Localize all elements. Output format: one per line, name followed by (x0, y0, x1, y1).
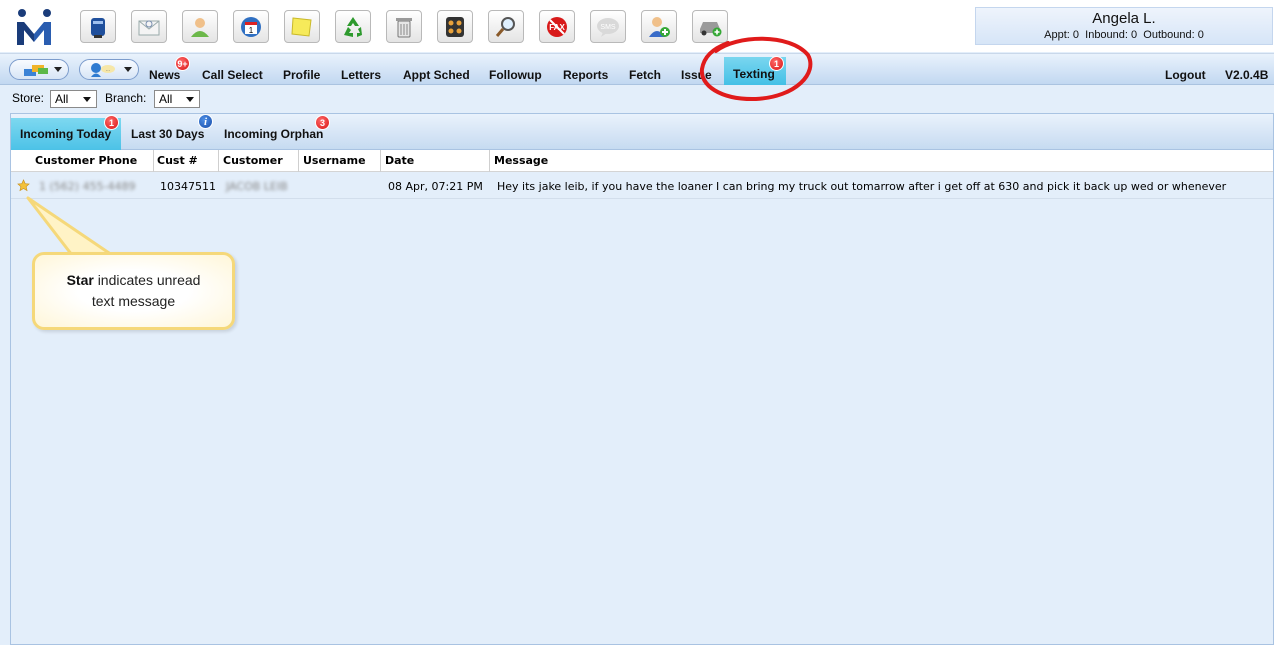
callout-line1: indicates unread (97, 272, 201, 288)
table-row[interactable]: 1 (562) 455-4489 10347511 JACOB LEIB 08 … (11, 173, 1273, 199)
logout-link[interactable]: Logout (1165, 68, 1206, 82)
appt-label: Appt: (1044, 29, 1070, 41)
nav-call-select[interactable]: Call Select (202, 68, 263, 82)
nav-profile[interactable]: Profile (283, 68, 320, 82)
table-header: Customer Phone Cust # Customer Username … (11, 150, 1273, 172)
store-select[interactable]: All (50, 90, 97, 108)
texting-panel: Incoming Today 1 Last 30 Days i Incoming… (10, 113, 1274, 645)
col-customer-phone[interactable]: Customer Phone (35, 154, 137, 167)
chat-status-dropdown[interactable]: ... (79, 59, 139, 80)
row-cust-num: 10347511 (160, 180, 216, 193)
outbound-label: Outbound: (1143, 29, 1195, 41)
appt-value: 0 (1072, 29, 1080, 41)
nav-followup[interactable]: Followup (489, 68, 542, 82)
tab-incoming-orphan[interactable]: Incoming Orphan (224, 127, 323, 141)
last-30-days-info-badge: i (198, 114, 213, 129)
col-date[interactable]: Date (385, 154, 414, 167)
chat-person-icon: ... (91, 63, 115, 77)
user-stats: Appt: 0 Inbound: 0 Outbound: 0 (976, 29, 1272, 41)
callout-line2: text message (91, 293, 176, 309)
recycle-icon[interactable] (335, 10, 371, 43)
store-value: All (55, 92, 69, 106)
nav-news[interactable]: News (149, 68, 180, 82)
tab-incoming-today-label: Incoming Today (20, 127, 112, 141)
user-name: Angela L. (1092, 10, 1156, 27)
main-nav: ... News 9+ Call Select Profile Letters … (0, 53, 1274, 85)
inbound-label: Inbound: (1085, 29, 1128, 41)
mailbox-icon[interactable] (80, 10, 116, 43)
col-customer[interactable]: Customer (223, 154, 283, 167)
incoming-today-badge: 1 (104, 115, 119, 130)
news-badge: 9+ (175, 56, 190, 71)
branch-label: Branch: (105, 91, 147, 105)
unread-star-icon (17, 179, 30, 192)
calculator-icon[interactable] (437, 10, 473, 43)
nav-fetch[interactable]: Fetch (629, 68, 661, 82)
col-cust-num[interactable]: Cust # (157, 154, 198, 167)
sms-icon[interactable]: SMS (590, 10, 626, 43)
callout-bold: Star (66, 272, 94, 288)
texting-tabs: Incoming Today 1 Last 30 Days i Incoming… (11, 114, 1273, 150)
sticky-note-icon[interactable] (284, 10, 320, 43)
window-switch-dropdown[interactable] (9, 59, 69, 80)
version-label: V2.0.4B (1225, 68, 1269, 82)
user-summary: Angela L. Appt: 0 Inbound: 0 Outbound: 0 (975, 7, 1273, 45)
magnifier-icon[interactable] (488, 10, 524, 43)
tab-last-30-days[interactable]: Last 30 Days (131, 127, 204, 141)
trash-icon[interactable] (386, 10, 422, 43)
row-phone: 1 (562) 455-4489 (39, 180, 136, 193)
branch-value: All (159, 92, 173, 106)
email-icon[interactable] (131, 10, 167, 43)
store-label: Store: (12, 91, 45, 105)
annotation-circle (699, 36, 813, 102)
calendar-day: 1 (249, 26, 254, 35)
app-logo (14, 8, 54, 46)
row-customer: JACOB LEIB (226, 180, 288, 193)
row-message: Hey its jake leib, if you have the loane… (497, 180, 1227, 193)
nav-reports[interactable]: Reports (563, 68, 608, 82)
inbound-value: 0 (1131, 29, 1138, 41)
calendar-icon[interactable]: 1 (233, 10, 269, 43)
add-user-icon[interactable] (641, 10, 677, 43)
row-date: 08 Apr, 07:21 PM (388, 180, 483, 193)
col-username[interactable]: Username (303, 154, 366, 167)
no-fax-icon[interactable]: FAX (539, 10, 575, 43)
sms-label: SMS (600, 24, 616, 31)
top-toolbar: 1 FAX SMS Angela L. Appt: 0 Inbound: 0 O… (0, 0, 1274, 52)
svg-text:...: ... (106, 67, 110, 73)
nav-letters[interactable]: Letters (341, 68, 381, 82)
outbound-value: 0 (1197, 29, 1204, 41)
windows-icon (24, 65, 48, 76)
person-icon[interactable] (182, 10, 218, 43)
nav-appt-sched[interactable]: Appt Sched (403, 68, 470, 82)
branch-select[interactable]: All (154, 90, 200, 108)
incoming-orphan-badge: 3 (315, 115, 330, 130)
col-message[interactable]: Message (494, 154, 548, 167)
star-callout: Star indicates unread text message (32, 252, 235, 330)
